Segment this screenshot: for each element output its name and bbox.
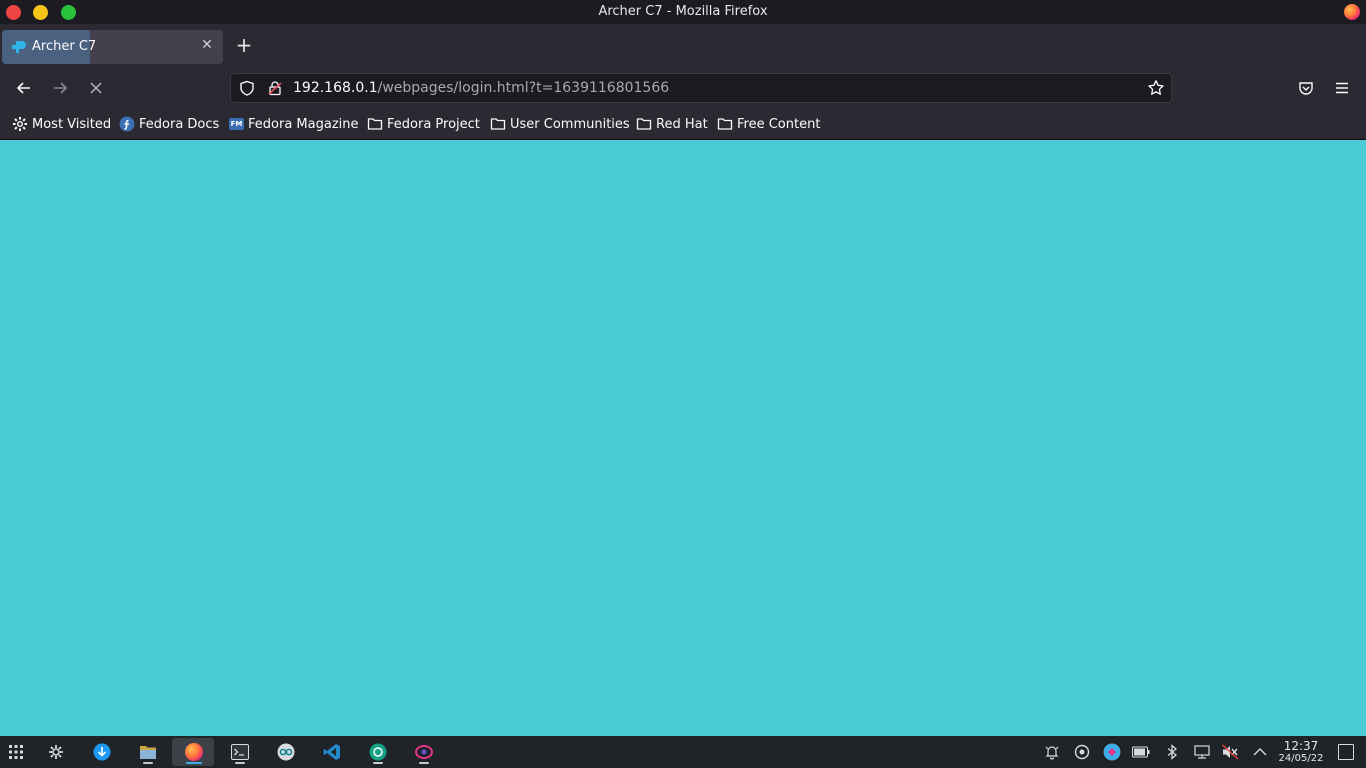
battery-icon[interactable] [1132, 743, 1150, 761]
bookmark-user-communities[interactable]: User Communities [490, 115, 630, 133]
url-bar[interactable]: 192.168.0.1/webpages/login.html?t=163911… [230, 73, 1172, 103]
folder-icon [490, 118, 506, 130]
discover-icon[interactable] [90, 740, 114, 764]
firefox-icon[interactable] [182, 740, 206, 764]
clock-time: 12:37 [1283, 739, 1319, 753]
updates-icon[interactable] [1073, 743, 1091, 761]
tab-archer-c7[interactable]: Archer C7 ✕ [2, 30, 223, 64]
bookmark-fedora-magazine[interactable]: FM Fedora Magazine [229, 115, 359, 133]
stop-x-icon [90, 82, 102, 94]
insecure-lock-icon[interactable] [267, 80, 283, 96]
tracking-protection-shield-icon[interactable] [239, 80, 255, 96]
clock-date: 24/05/22 [1278, 753, 1324, 764]
vscode-icon[interactable] [320, 740, 344, 764]
tab-title: Archer C7 [32, 39, 97, 54]
hamburger-menu-icon [1336, 82, 1348, 94]
arrow-right-icon [54, 82, 68, 94]
bookmark-label: Red Hat [656, 116, 708, 132]
url-host: 192.168.0.1 [293, 80, 378, 96]
bookmark-star-icon[interactable] [1147, 79, 1165, 97]
arduino-icon[interactable] [274, 740, 298, 764]
bookmark-label: Free Content [737, 116, 821, 132]
notifications-icon[interactable] [1043, 743, 1061, 761]
bookmark-fedora-project[interactable]: Fedora Project [367, 115, 480, 133]
app-pink-icon[interactable] [412, 740, 436, 764]
app-green-icon[interactable] [366, 740, 390, 764]
bookmark-label: Fedora Docs [139, 116, 220, 132]
navigation-toolbar: 192.168.0.1/webpages/login.html?t=163911… [0, 68, 1366, 108]
tab-close-icon[interactable]: ✕ [199, 37, 215, 55]
tab-strip: Archer C7 ✕ + [0, 24, 1366, 68]
volume-muted-icon[interactable] [1222, 743, 1240, 761]
tray-expand-icon[interactable] [1251, 743, 1269, 761]
network-icon[interactable] [1193, 743, 1211, 761]
bookmark-label: Fedora Magazine [248, 116, 359, 132]
bookmarks-toolbar: Most Visited Fedora Docs FM Fedora Magaz… [0, 108, 1366, 140]
page-content-area [0, 140, 1366, 736]
bookmark-label: Fedora Project [387, 116, 480, 132]
running-indicator [186, 762, 202, 764]
window-titlebar: Archer C7 - Mozilla Firefox [0, 0, 1366, 24]
bookmark-fedora-docs[interactable]: Fedora Docs [119, 115, 219, 133]
running-indicator [419, 762, 429, 764]
file-manager-icon[interactable] [136, 740, 160, 764]
bluetooth-icon[interactable] [1163, 743, 1181, 761]
running-indicator [143, 762, 153, 764]
show-desktop-button[interactable] [1338, 744, 1354, 760]
url-path: /webpages/login.html?t=1639116801566 [377, 80, 670, 96]
firefox-logo-icon [1344, 4, 1360, 20]
url-text[interactable]: 192.168.0.1/webpages/login.html?t=163911… [293, 80, 669, 96]
pocket-button[interactable] [1294, 76, 1318, 100]
folder-icon [717, 118, 733, 130]
folder-icon [367, 118, 383, 130]
bookmark-most-visited[interactable]: Most Visited [12, 115, 111, 133]
bookmark-red-hat[interactable]: Red Hat [636, 115, 708, 133]
pocket-icon [1299, 82, 1313, 95]
folder-icon [636, 118, 652, 130]
app-tray-icon[interactable] [1103, 743, 1121, 761]
running-indicator [235, 762, 245, 764]
bookmark-free-content[interactable]: Free Content [717, 115, 820, 133]
arrow-left-icon [16, 82, 30, 94]
taskbar: 12:37 24/05/22 [0, 736, 1366, 768]
bookmark-label: Most Visited [32, 116, 112, 132]
clock[interactable]: 12:37 24/05/22 [1276, 739, 1326, 765]
back-button[interactable] [12, 76, 36, 100]
system-settings-icon[interactable] [44, 740, 68, 764]
app-launcher-icon[interactable] [4, 740, 28, 764]
bookmark-label: User Communities [510, 116, 630, 132]
gear-icon [13, 117, 27, 131]
stop-button[interactable] [84, 76, 108, 100]
app-menu-button[interactable] [1330, 76, 1354, 100]
running-indicator [373, 762, 383, 764]
fedora-magazine-icon: FM [229, 118, 244, 130]
tp-link-favicon-icon [11, 41, 26, 53]
forward-button[interactable] [48, 76, 72, 100]
window-title: Archer C7 - Mozilla Firefox [598, 4, 768, 19]
terminal-icon[interactable] [228, 740, 252, 764]
new-tab-button[interactable]: + [234, 33, 254, 57]
fedora-icon [119, 116, 135, 132]
